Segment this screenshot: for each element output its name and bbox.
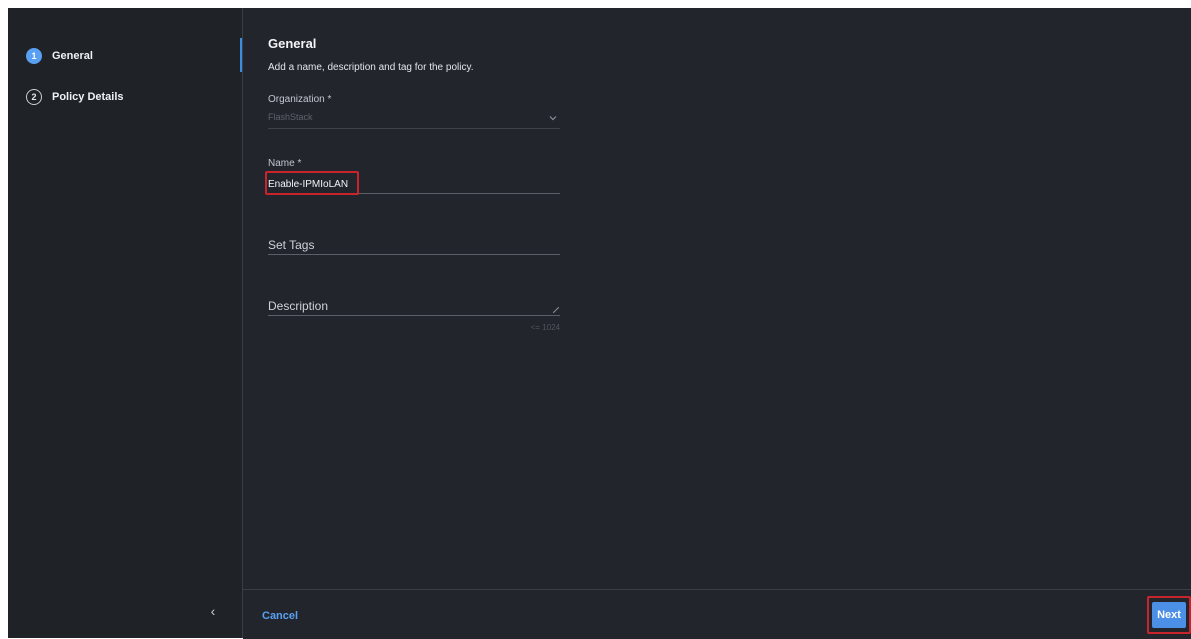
organization-label: Organization * <box>268 94 332 105</box>
step-label-policy-details: Policy Details <box>52 91 124 103</box>
wizard-footer: Cancel Next <box>243 589 1191 639</box>
description-char-counter: <= 1024 <box>530 323 560 332</box>
description-field <box>268 297 560 316</box>
organization-select[interactable]: FlashStack <box>268 110 560 129</box>
tags-input[interactable] <box>268 236 548 254</box>
collapse-sidebar-icon[interactable]: ‹ <box>206 604 220 618</box>
resize-grip-icon[interactable] <box>553 307 559 313</box>
section-subtitle: Add a name, description and tag for the … <box>268 62 474 73</box>
step-number-1: 1 <box>26 48 42 64</box>
form-panel: General Add a name, description and tag … <box>243 8 1191 638</box>
section-title: General <box>268 36 317 51</box>
description-textarea[interactable] <box>268 297 548 315</box>
organization-value: FlashStack <box>268 112 313 122</box>
next-button[interactable]: Next <box>1152 602 1186 628</box>
name-highlight-box <box>265 171 359 195</box>
step-general[interactable]: 1 General <box>26 47 93 65</box>
chevron-down-icon <box>549 116 557 121</box>
active-step-indicator <box>240 38 242 72</box>
step-label-general: General <box>52 50 93 62</box>
name-label: Name * <box>268 158 302 169</box>
step-number-2: 2 <box>26 89 42 105</box>
tags-field <box>268 236 560 255</box>
cancel-button[interactable]: Cancel <box>262 610 298 622</box>
step-policy-details[interactable]: 2 Policy Details <box>26 88 124 106</box>
policy-wizard: 1 General 2 Policy Details ‹ General Add… <box>8 8 1191 639</box>
next-highlight-box: Next <box>1147 596 1191 634</box>
wizard-sidebar: 1 General 2 Policy Details ‹ <box>8 8 243 638</box>
